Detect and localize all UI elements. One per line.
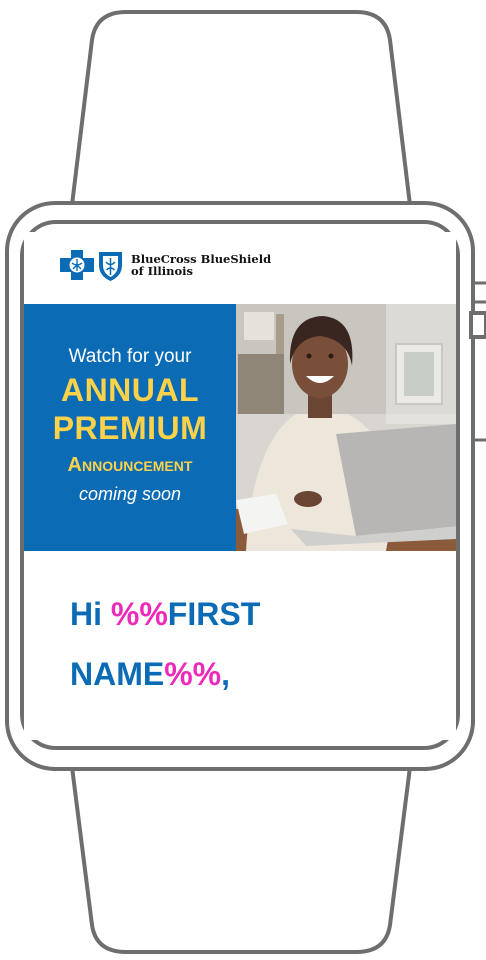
hero-photo-woman-laptop [236,304,456,551]
merge-field-name: NAME [70,656,165,692]
brand-logo[interactable]: BlueCross BlueShield of Illinois [60,248,271,282]
merge-field-close: %% [164,656,222,692]
greeting-comma: , [221,656,231,692]
brand-name-line2: of Illinois [131,264,193,278]
banner-coming-soon: coming soon [78,484,182,504]
greeting-heading: Hi %%FIRST NAME%%, [70,584,440,704]
banner-headline-annual: ANNUAL [60,372,200,408]
announcement-banner[interactable]: Watch for your ANNUAL PREMIUM Announceme… [24,304,456,551]
blue-cross-icon [60,250,94,280]
greeting-hi: Hi [70,596,111,632]
banner-headline-premium: PREMIUM [52,410,208,446]
merge-field-first: FIRST [167,596,261,632]
blue-shield-icon [99,251,122,281]
banner-headline-announcement: Announcement [67,454,193,476]
watch-screen: BlueCross BlueShield of Illinois Watch f… [24,232,456,740]
banner-intro: Watch for your [68,346,192,367]
brand-name: BlueCross BlueShield of Illinois [131,253,271,277]
banner-text-panel: Watch for your ANNUAL PREMIUM Announceme… [24,304,236,551]
merge-field-open: %% [110,596,168,632]
